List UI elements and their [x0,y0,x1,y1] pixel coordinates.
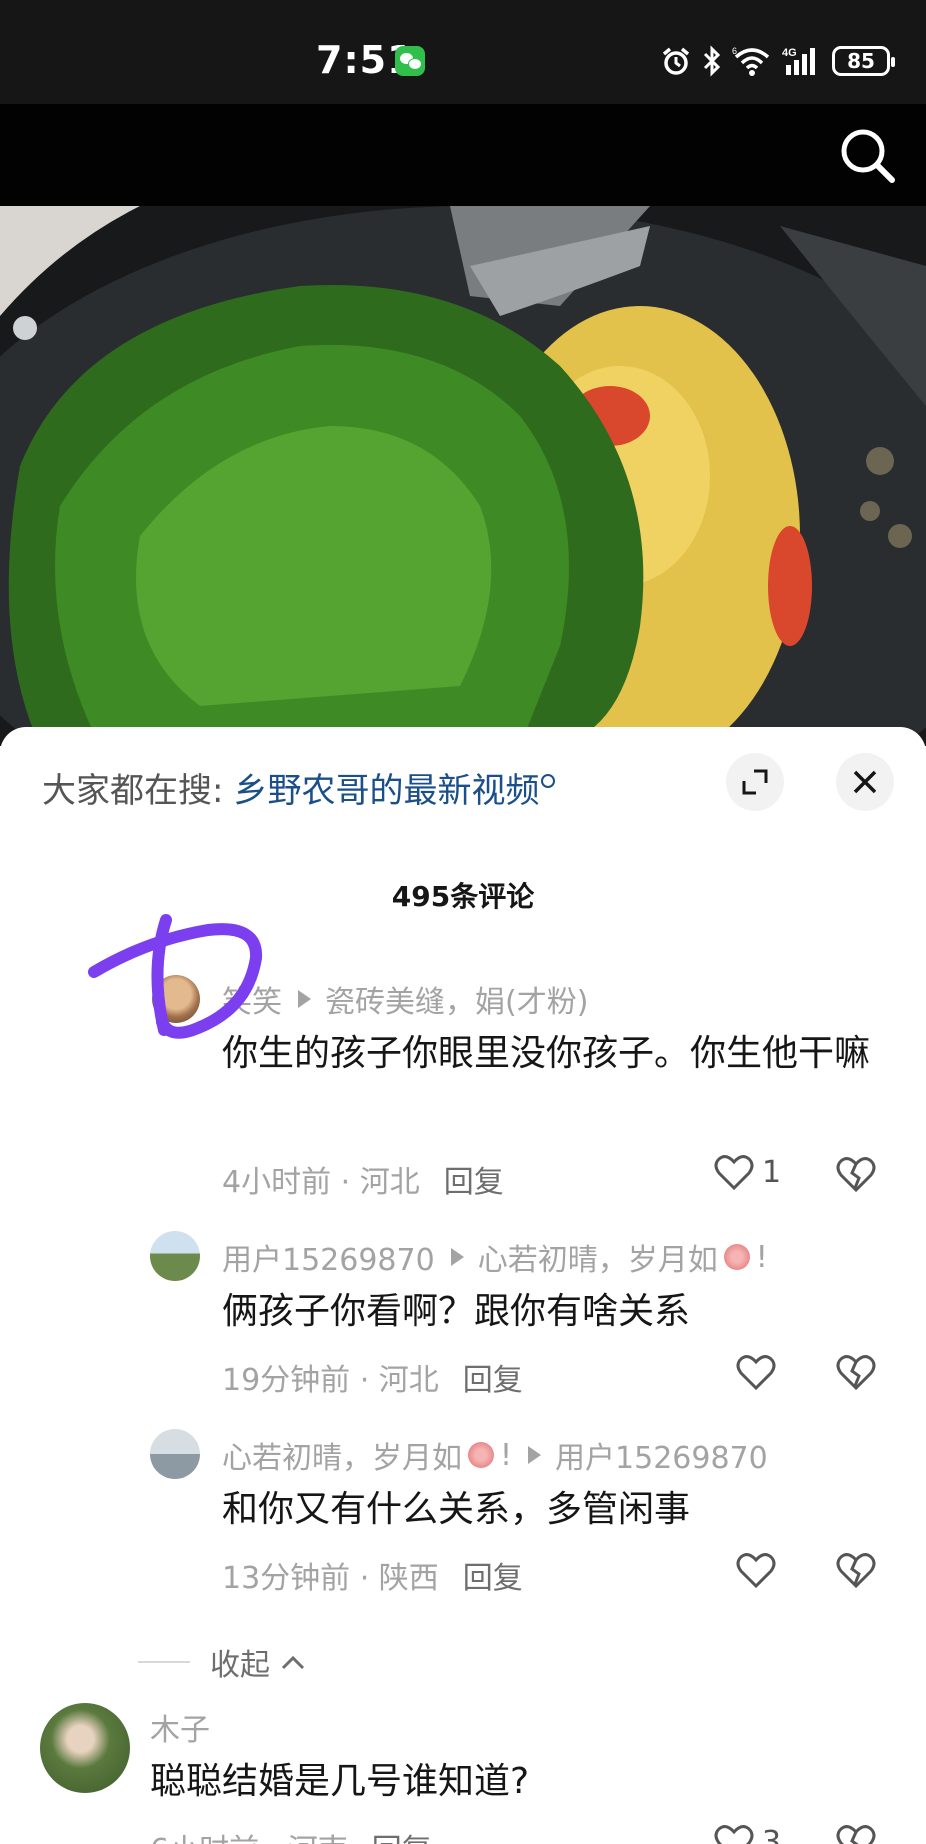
close-button[interactable] [836,753,894,811]
svg-text:6: 6 [732,46,737,56]
broken-heart-icon[interactable] [836,1823,876,1844]
svg-text:4G: 4G [782,47,797,59]
reply-arrow-icon [528,1446,542,1464]
heart-icon[interactable] [736,1551,776,1589]
close-icon [853,770,877,794]
reply-target-suffix: ! [755,1239,768,1275]
collapse-label: 收起 [210,1648,270,1683]
avatar[interactable] [150,1231,200,1281]
battery-level: 85 [847,49,875,73]
reply-button[interactable]: 回复 [463,1363,523,1398]
comment-text[interactable]: 俩孩子你看啊？跟你有啥关系 [222,1283,872,1341]
comment-info: 6小时前 · 河南 回复 [150,1825,432,1844]
comment-meta: 用户15269870 心若初晴，岁月如! [222,1235,768,1279]
comment-info: 19分钟前 · 河北 回复 [222,1355,523,1399]
alarm-icon [662,47,690,75]
collapse-divider [138,1661,190,1663]
comment-text[interactable]: 你生的孩子你眼里没你孩子。你生他干嘛 [222,1025,872,1083]
comment-count-title: 495条评论 [391,880,535,913]
collapse-replies-button[interactable]: 收起 [138,1640,306,1684]
comment-time-location: 4小时前 · 河北 [222,1165,420,1200]
system-icons: 6 4G 85 [660,44,895,78]
avatar[interactable] [40,1703,130,1793]
comment-text[interactable]: 聪聪结婚是几号谁知道? [150,1753,870,1811]
comment-text[interactable]: 和你又有什么关系，多管闲事 [222,1481,872,1539]
search-small-icon [541,774,556,788]
comment-info: 4小时前 · 河北 回复 [222,1157,504,1201]
chevron-up-icon [281,1655,305,1670]
reply-arrow-icon [298,990,311,1008]
search-keyword-link[interactable]: 乡野农哥的最新视频 [233,771,539,811]
search-icon[interactable] [838,126,898,186]
comment-meta: 木子 [150,1705,210,1749]
video-player[interactable] [0,206,926,746]
comment-time-location: 13分钟前 · 陕西 [222,1561,439,1596]
handdrawn-annotation [88,914,263,1039]
top-bar [0,104,926,206]
broken-heart-icon[interactable] [836,1551,876,1589]
reply-button[interactable]: 回复 [463,1561,523,1596]
wechat-notification-icon [395,46,425,76]
like-count: 1 [762,1154,782,1190]
reply-target-username[interactable]: 用户15269870 [555,1433,768,1477]
expand-icon [742,769,768,795]
reply-arrow-icon [450,1248,464,1266]
battery-indicator: 85 [832,46,895,76]
search-suggestion[interactable]: 大家都在搜: 乡野农哥的最新视频 [42,763,556,812]
reply-target-username[interactable]: 心若初晴，岁月如 [478,1235,718,1279]
comment-sheet: 大家都在搜: 乡野农哥的最新视频 495条评论 笑笑 瓷砖美缝，娟(才粉) 你生的孩… [0,727,926,1844]
reply-button[interactable]: 回复 [444,1165,504,1200]
signal-icon: 4G [782,47,815,75]
reply-button[interactable]: 回复 [372,1833,432,1844]
comment-username[interactable]: 心若初晴，岁月如 [222,1433,462,1477]
like-count: 3 [762,1824,782,1844]
flower-emoji-icon [723,1244,750,1270]
reply-target-username[interactable]: 瓷砖美缝，娟(才粉) [325,977,588,1021]
comment-time-location: 6小时前 · 河南 [150,1833,348,1844]
comment-info: 13分钟前 · 陕西 回复 [222,1553,523,1597]
status-bar: 7:51 6 4G 85 [0,0,926,104]
comment-username-suffix: ! [500,1437,513,1473]
like-button[interactable]: 3 [714,1823,781,1844]
heart-icon [714,1155,754,1191]
like-button[interactable]: 1 [714,1153,781,1191]
comment-username[interactable]: 木子 [150,1705,210,1749]
search-prefix: 大家都在搜: [42,771,224,811]
expand-button[interactable] [726,753,784,811]
comment-meta: 心若初晴，岁月如! 用户15269870 [222,1433,768,1477]
broken-heart-icon[interactable] [836,1155,876,1193]
flower-emoji-icon [468,1442,494,1468]
comment-time-location: 19分钟前 · 河北 [222,1363,439,1398]
wifi-icon: 6 [732,46,770,76]
comment-username[interactable]: 用户15269870 [222,1235,435,1279]
bluetooth-icon [703,45,721,77]
avatar[interactable] [150,1429,200,1479]
heart-icon[interactable] [736,1353,776,1391]
heart-icon [714,1825,754,1844]
broken-heart-icon[interactable] [836,1353,876,1391]
video-frame-image [0,206,926,746]
